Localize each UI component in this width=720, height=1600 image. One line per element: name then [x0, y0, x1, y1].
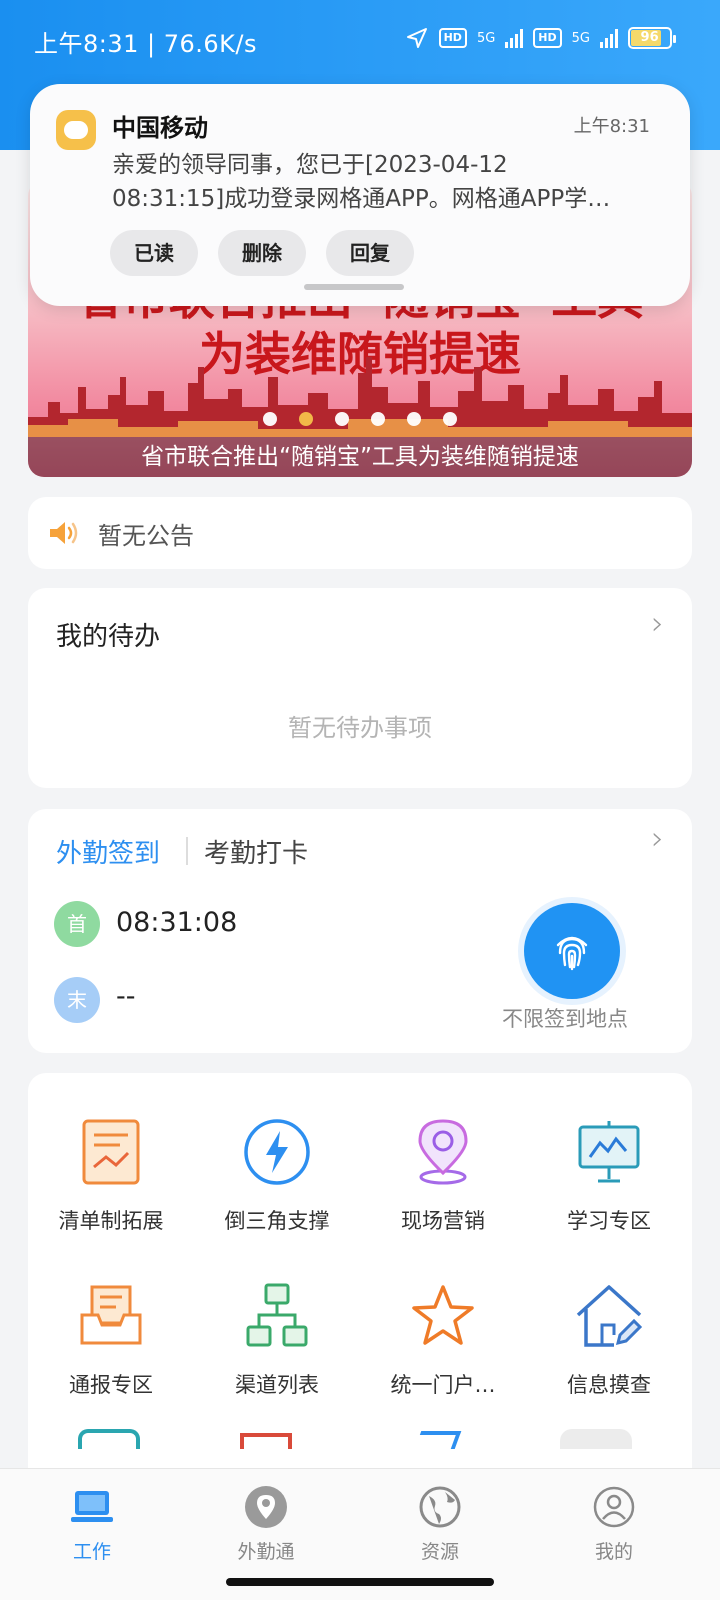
banner-pagination[interactable] — [28, 412, 692, 426]
chevron-right-icon[interactable]: › — [651, 819, 664, 857]
tab-divider — [186, 837, 188, 865]
feature-grid: 清单制拓展 倒三角支撑 现场营销 学习专区 通报专区 渠道列表 统一门户… 信息… — [28, 1073, 692, 1493]
mark-read-button[interactable]: 已读 — [110, 230, 198, 276]
notification-drag-handle[interactable] — [304, 284, 404, 290]
speaker-icon — [50, 522, 78, 544]
notification-time: 上午8:31 — [573, 116, 650, 137]
signal-icon-2 — [600, 28, 618, 48]
notification-popup[interactable]: 中国移动 上午8:31 亲爱的领导同事，您已于[2023-04-12 08:31… — [30, 84, 690, 306]
location-pin-icon — [418, 1119, 468, 1185]
message-icon — [56, 110, 96, 150]
clipboard-icon — [78, 1429, 140, 1449]
checklist-chart-icon — [82, 1119, 140, 1185]
announcement-bar[interactable]: 暂无公告 — [28, 497, 692, 569]
todo-card: 我的待办 › 暂无待办事项 — [28, 588, 692, 788]
notification-body: 亲爱的领导同事，您已于[2023-04-12 08:31:15]成功登录网格通A… — [112, 148, 652, 216]
last-checkin-time: -- — [116, 981, 136, 1012]
chevron-right-icon[interactable]: › — [651, 604, 664, 642]
tab-label: 资源 — [420, 1541, 459, 1563]
tab-label: 外勤通 — [237, 1541, 295, 1563]
feature-info-survey[interactable]: 信息摸查 — [526, 1281, 692, 1399]
feature-label: 通报专区 — [69, 1373, 153, 1397]
tab-attendance-punch[interactable]: 考勤打卡 — [204, 833, 308, 870]
document-tray-icon — [80, 1285, 142, 1345]
network-label-1: 5G — [476, 30, 496, 46]
feature-onsite-marketing[interactable]: 现场营销 — [360, 1117, 526, 1235]
first-checkin-badge: 首 — [54, 901, 100, 947]
partial-row-icons — [28, 1429, 692, 1449]
feature-label: 倒三角支撑 — [224, 1209, 330, 1233]
hd-icon-2: HD — [533, 28, 562, 48]
tab-resources[interactable]: 资源 — [380, 1485, 500, 1564]
feature-checklist[interactable]: 清单制拓展 — [28, 1117, 194, 1235]
feature-label: 清单制拓展 — [58, 1209, 164, 1233]
attendance-card: 外勤签到 考勤打卡 › 首 08:31:08 末 -- 不限签到地点 — [28, 809, 692, 1053]
todo-empty-text: 暂无待办事项 — [288, 714, 432, 742]
pagination-dot-active[interactable] — [299, 412, 313, 426]
feature-learning[interactable]: 学习专区 — [526, 1117, 692, 1235]
fingerprint-icon — [556, 936, 588, 971]
fingerprint-checkin-button[interactable] — [524, 903, 620, 999]
house-edit-icon — [576, 1285, 643, 1347]
feature-label: 学习专区 — [567, 1209, 651, 1233]
feature-bulletin[interactable]: 通报专区 — [28, 1281, 194, 1399]
pagination-dot[interactable] — [371, 412, 385, 426]
feature-unified-portal[interactable]: 统一门户… — [360, 1281, 526, 1399]
feature-label: 现场营销 — [401, 1209, 485, 1233]
org-chart-icon — [246, 1283, 308, 1347]
first-checkin-time: 08:31:08 — [116, 907, 238, 938]
last-checkin-badge: 末 — [54, 977, 100, 1023]
announcement-text: 暂无公告 — [98, 521, 194, 550]
tab-label: 工作 — [72, 1541, 111, 1563]
feature-label: 统一门户… — [390, 1373, 496, 1397]
pagination-dot[interactable] — [335, 412, 349, 426]
battery-level: 96 — [631, 30, 661, 46]
delete-button[interactable]: 删除 — [218, 230, 306, 276]
presentation-board-icon — [578, 1121, 640, 1183]
tab-field-work[interactable]: 外勤通 — [206, 1485, 326, 1564]
hd-icon: HD — [438, 28, 467, 48]
banner-caption: 省市联合推出“随销宝”工具为装维随销提速 — [28, 437, 692, 477]
navigation-arrow-icon — [406, 28, 427, 48]
pagination-dot[interactable] — [443, 412, 457, 426]
globe-icon — [418, 1485, 462, 1529]
feature-label: 渠道列表 — [235, 1373, 319, 1397]
feature-channel-list[interactable]: 渠道列表 — [194, 1281, 360, 1399]
tab-mine[interactable]: 我的 — [554, 1485, 674, 1564]
tab-field-checkin[interactable]: 外勤签到 — [56, 833, 160, 870]
reply-button[interactable]: 回复 — [326, 230, 414, 276]
notification-body-line1: 亲爱的领导同事，您已于[2023-04-12 — [112, 152, 508, 178]
feature-support[interactable]: 倒三角支撑 — [194, 1117, 360, 1235]
signal-icon — [505, 28, 524, 48]
battery-icon: 96 — [628, 27, 676, 49]
todo-title: 我的待办 — [56, 622, 161, 652]
tab-work[interactable]: 工作 — [32, 1485, 152, 1564]
more-icon — [560, 1429, 632, 1449]
checkin-location-label: 不限签到地点 — [502, 1007, 628, 1031]
status-bar: 上午8:31 | 76.6K/s HD 5G HD 5G 96 — [0, 0, 720, 80]
star-icon — [412, 1285, 474, 1345]
tab-label: 我的 — [594, 1541, 633, 1563]
lightning-icon — [244, 1119, 310, 1185]
laptop-icon — [70, 1485, 114, 1529]
network-label-2: 5G — [571, 30, 590, 46]
status-icons: HD 5G HD 5G 96 — [405, 26, 676, 50]
notification-actions: 已读 删除 回复 — [110, 230, 414, 276]
pagination-dot[interactable] — [407, 412, 421, 426]
document-icon — [240, 1433, 292, 1449]
user-icon — [592, 1485, 636, 1529]
home-indicator[interactable] — [226, 1578, 494, 1586]
notification-app-name: 中国移动 — [112, 114, 208, 142]
location-icon — [244, 1485, 288, 1529]
pagination-dot[interactable] — [263, 412, 277, 426]
feature-label: 信息摸查 — [567, 1373, 651, 1397]
notification-body-line2: 08:31:15]成功登录网格通APP。网格通APP学… — [112, 186, 611, 212]
share-arrow-icon — [414, 1431, 462, 1449]
status-time-speed: 上午8:31 | 76.6K/s — [34, 30, 258, 58]
